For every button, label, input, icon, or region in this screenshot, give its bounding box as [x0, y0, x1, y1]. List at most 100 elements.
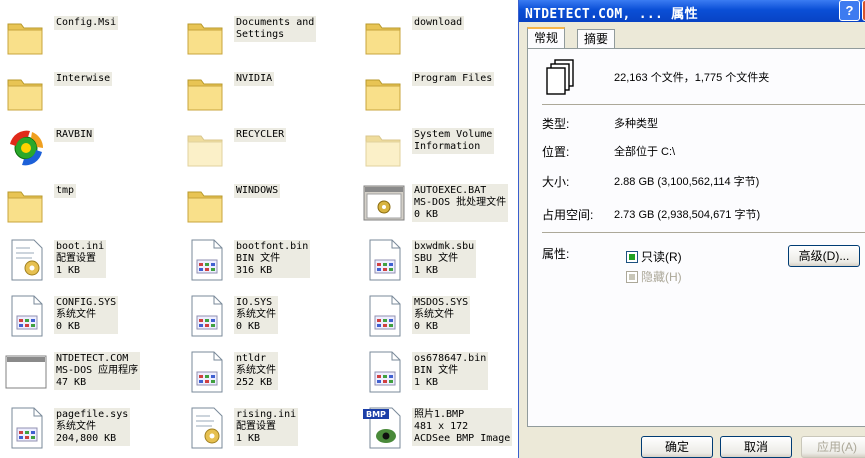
file-name: rising.ini: [236, 409, 297, 420]
file-item[interactable]: NVIDIA: [180, 62, 350, 114]
file-size: ACDSee BMP Image: [414, 433, 511, 444]
file-item[interactable]: CONFIG.SYS 系统文件 0 KB: [0, 286, 170, 338]
folder-icon: [184, 70, 228, 114]
file-name: 照片1.BMP: [414, 409, 465, 420]
file-item[interactable]: Config.Msi: [0, 6, 170, 58]
file-size: 1 KB: [414, 265, 439, 276]
file-name: ntldr: [236, 353, 267, 364]
file-count-summary: 22,163 个文件，1,775 个文件夹: [614, 72, 770, 84]
cancel-button[interactable]: 取消: [720, 436, 792, 458]
file-item[interactable]: WINDOWS: [180, 174, 350, 226]
file-name: NVIDIA: [236, 73, 273, 84]
folder-icon: [362, 14, 406, 58]
file-item[interactable]: BMP 照片1.BMP 481 x 172 ACDSee BMP Image: [358, 398, 528, 450]
file-item-label: RAVBIN: [54, 128, 95, 142]
file-item[interactable]: ntldr 系统文件 252 KB: [180, 342, 350, 394]
file-type: 系统文件: [56, 309, 96, 320]
file-type: 系统文件: [414, 309, 454, 320]
file-item[interactable]: System Volume Information: [358, 118, 528, 170]
file-item-label: bxwdmk.sbu SBU 文件 1 KB: [412, 240, 477, 278]
file-size: 47 KB: [56, 377, 87, 388]
file-size: 0 KB: [236, 321, 261, 332]
file-item[interactable]: RECYCLER: [180, 118, 350, 170]
file-name: bootfont.bin: [236, 241, 309, 252]
folder-icon: [184, 182, 228, 226]
tab-summary[interactable]: 摘要: [577, 29, 616, 48]
file-name: Interwise: [56, 73, 111, 84]
file-item[interactable]: os678647.bin BIN 文件 1 KB: [358, 342, 528, 394]
file-item-label: CONFIG.SYS 系统文件 0 KB: [54, 296, 119, 334]
file-item[interactable]: Interwise: [0, 62, 170, 114]
file-item-label: Program Files: [412, 72, 495, 86]
file-item-label: Interwise: [54, 72, 113, 86]
file-item[interactable]: bxwdmk.sbu SBU 文件 1 KB: [358, 230, 528, 282]
file-type: BIN 文件: [236, 253, 281, 264]
file-type: 配置设置: [56, 253, 96, 264]
file-item[interactable]: Documents and Settings: [180, 6, 350, 58]
bmp-image-icon: BMP: [362, 406, 406, 450]
file-name: IO.SYS: [236, 297, 273, 308]
type-value: 多种类型: [614, 118, 658, 130]
file-size: 0 KB: [414, 321, 439, 332]
attributes-label: 属性:: [542, 247, 570, 261]
file-size: 1 KB: [236, 433, 261, 444]
application-icon: [4, 350, 48, 394]
file-item-label: rising.ini 配置设置 1 KB: [234, 408, 299, 446]
advanced-button[interactable]: 高级(D)...: [788, 245, 860, 267]
file-item-label: NVIDIA: [234, 72, 275, 86]
file-item-label: RECYCLER: [234, 128, 287, 142]
general-tab-panel: 22,163 个文件，1,775 个文件夹 类型: 多种类型 位置: 全部位于 …: [527, 48, 865, 427]
file-size: 0 KB: [414, 209, 439, 220]
readonly-checkbox[interactable]: [626, 251, 638, 263]
location-value: 全部位于 C:\: [614, 146, 676, 158]
hidden-checkbox: [626, 271, 638, 283]
file-item[interactable]: MSDOS.SYS 系统文件 0 KB: [358, 286, 528, 338]
properties-dialog: NTDETECT.COM, ... 属性 ? 摘要 常规 22,163 个文件，…: [518, 0, 865, 458]
file-name: NTDETECT.COM: [56, 353, 129, 364]
file-item[interactable]: bootfont.bin BIN 文件 316 KB: [180, 230, 350, 282]
file-name: CONFIG.SYS: [56, 297, 117, 308]
file-item-label: 照片1.BMP 481 x 172 ACDSee BMP Image: [412, 408, 513, 446]
tab-general[interactable]: 常规: [527, 27, 566, 50]
file-name: AUTOEXEC.BAT: [414, 185, 487, 196]
system-file-icon: [4, 406, 48, 450]
file-item[interactable]: tmp: [0, 174, 170, 226]
file-name: RECYCLER: [236, 129, 285, 140]
folder-icon: [184, 14, 228, 58]
readonly-label: 只读(R): [641, 250, 682, 264]
file-item[interactable]: download: [358, 6, 528, 58]
file-size: 0 KB: [56, 321, 81, 332]
help-icon: ?: [845, 3, 854, 18]
file-item[interactable]: Program Files: [358, 62, 528, 114]
rising-antivirus-icon: [4, 126, 48, 170]
system-file-icon: [184, 350, 228, 394]
file-item[interactable]: pagefile.sys 系统文件 204,800 KB: [0, 398, 170, 450]
system-file-icon: [184, 294, 228, 338]
file-name: Program Files: [414, 73, 493, 84]
file-list-view: Config.Msi Documents and Settings download I…: [0, 0, 520, 458]
size-label: 大小:: [542, 175, 570, 189]
file-item[interactable]: boot.ini 配置设置 1 KB: [0, 230, 170, 282]
file-size: 1 KB: [414, 377, 439, 388]
file-item[interactable]: RAVBIN: [0, 118, 170, 170]
file-item[interactable]: IO.SYS 系统文件 0 KB: [180, 286, 350, 338]
file-item[interactable]: rising.ini 配置设置 1 KB: [180, 398, 350, 450]
folder-icon: [362, 70, 406, 114]
file-name: pagefile.sys: [56, 409, 129, 420]
file-item[interactable]: NTDETECT.COM MS-DOS 应用程序 47 KB: [0, 342, 170, 394]
file-name: Config.Msi: [56, 17, 117, 28]
hidden-folder-icon: [362, 126, 406, 170]
dialog-title-bar[interactable]: NTDETECT.COM, ... 属性 ?: [519, 0, 865, 22]
help-button[interactable]: ?: [839, 0, 860, 21]
file-name: Documents and: [236, 17, 315, 28]
dialog-title: NTDETECT.COM, ... 属性: [525, 7, 698, 22]
file-item[interactable]: AUTOEXEC.BAT MS-DOS 批处理文件 0 KB: [358, 174, 528, 226]
file-name: boot.ini: [56, 241, 105, 252]
batch-file-icon: [362, 182, 406, 226]
folder-icon: [4, 70, 48, 114]
size-on-disk-label: 占用空间:: [542, 208, 594, 222]
file-item-label: boot.ini 配置设置 1 KB: [54, 240, 107, 278]
file-item-label: WINDOWS: [234, 184, 281, 198]
file-name: MSDOS.SYS: [414, 297, 469, 308]
ok-button[interactable]: 确定: [641, 436, 713, 458]
